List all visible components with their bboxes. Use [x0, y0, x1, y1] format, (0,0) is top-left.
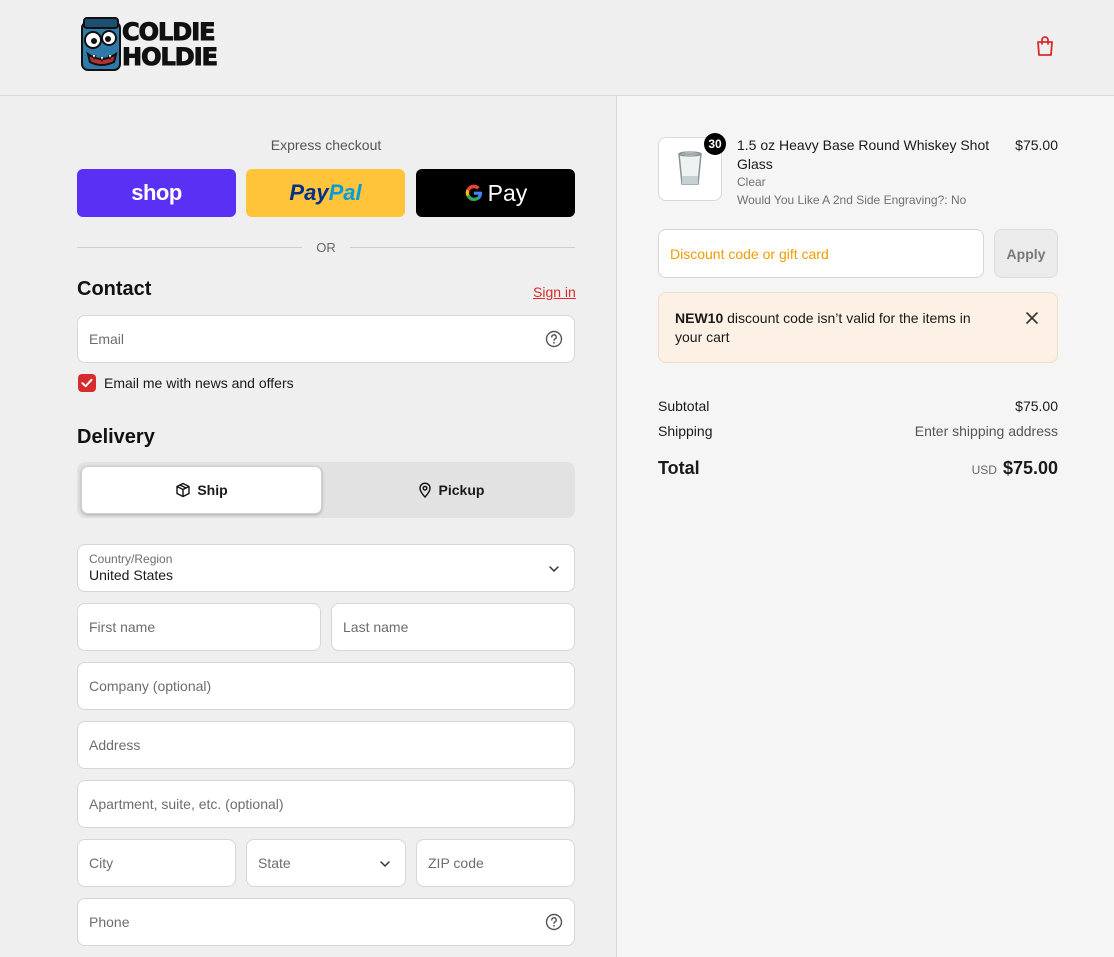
country-select[interactable]: Country/Region United States: [77, 544, 575, 592]
apartment-placeholder: Apartment, suite, etc. (optional): [89, 796, 284, 812]
sign-in-link[interactable]: Sign in: [533, 284, 576, 300]
site-header: COLDIE HOLDIE: [0, 0, 1114, 96]
or-divider: OR: [77, 239, 575, 255]
phone-placeholder: Phone: [89, 914, 130, 930]
paypal-label-part1: Pay: [289, 180, 329, 205]
paypal-button[interactable]: Pay Pal: [246, 169, 405, 217]
address-field[interactable]: Address: [77, 721, 575, 769]
company-field[interactable]: Company (optional): [77, 662, 575, 710]
help-icon[interactable]: [545, 913, 563, 931]
order-summary: 30 1.5 oz Heavy Base Round Whiskey Shot …: [616, 96, 1114, 957]
monster-logo-icon: [81, 17, 121, 71]
chevron-down-icon: [549, 566, 559, 573]
zip-field[interactable]: ZIP code: [416, 839, 575, 887]
box-icon: [176, 482, 191, 498]
shopping-bag-icon[interactable]: [1033, 34, 1057, 58]
product-name: 1.5 oz Heavy Base Round Whiskey Shot Gla…: [737, 137, 990, 172]
currency-code: USD: [971, 463, 997, 477]
discount-code-input[interactable]: Discount code or gift card: [658, 229, 984, 278]
delivery-method-toggle: Ship Pickup: [77, 462, 575, 518]
paypal-label-part2: Pal: [328, 180, 362, 205]
ship-label: Ship: [197, 482, 228, 498]
apply-discount-button[interactable]: Apply: [994, 229, 1058, 278]
country-label: Country/Region: [89, 552, 173, 566]
city-field[interactable]: City: [77, 839, 236, 887]
subtotal-value: $75.00: [1015, 398, 1058, 414]
first-name-placeholder: First name: [89, 619, 156, 635]
pickup-label: Pickup: [438, 482, 485, 498]
city-placeholder: City: [89, 855, 114, 871]
email-placeholder: Email: [89, 331, 125, 347]
zip-placeholder: ZIP code: [428, 855, 484, 871]
google-pay-label: Pay: [487, 179, 528, 206]
logo-wordmark: COLDIE HOLDIE: [121, 18, 218, 71]
total-value: $75.00: [1002, 458, 1058, 478]
total-amount: USD $75.00: [972, 458, 1058, 479]
shop-pay-label: shop: [131, 180, 182, 205]
help-icon[interactable]: [545, 330, 563, 348]
checkmark-icon: [81, 378, 93, 388]
shipping-row: Shipping Enter shipping address: [658, 423, 1058, 439]
product-engraving-option: Would You Like A 2nd Side Engraving?: No: [737, 193, 967, 207]
newsletter-checkbox[interactable]: [78, 374, 96, 392]
total-row: Total USD $75.00: [658, 458, 1058, 479]
discount-error-banner: NEW10 discount code isn’t valid for the …: [658, 292, 1058, 363]
discount-code-name: NEW10: [675, 310, 724, 326]
phone-field[interactable]: Phone: [77, 898, 575, 946]
shop-pay-button[interactable]: shop: [77, 169, 236, 217]
discount-placeholder: Discount code or gift card: [670, 245, 829, 262]
subtotal-row: Subtotal $75.00: [658, 398, 1058, 414]
chevron-down-icon: [380, 861, 390, 868]
state-placeholder: State: [258, 855, 291, 871]
first-name-field[interactable]: First name: [77, 603, 321, 651]
product-variant: Clear: [737, 175, 766, 189]
subtotal-label: Subtotal: [658, 398, 710, 414]
google-g-icon: [465, 184, 482, 202]
shipping-label: Shipping: [658, 423, 713, 439]
brand-logo[interactable]: COLDIE HOLDIE: [80, 16, 219, 76]
location-pin-icon: [418, 482, 431, 498]
last-name-placeholder: Last name: [343, 619, 409, 635]
ship-tab[interactable]: Ship: [81, 466, 322, 514]
delivery-heading: Delivery: [77, 426, 155, 448]
pickup-tab[interactable]: Pickup: [330, 466, 571, 514]
close-icon[interactable]: [1025, 311, 1039, 325]
state-select[interactable]: State: [246, 839, 406, 887]
or-label: OR: [316, 239, 336, 255]
country-value: United States: [89, 567, 174, 583]
express-checkout-title: Express checkout: [270, 137, 382, 153]
google-pay-button[interactable]: Pay: [416, 169, 575, 217]
quantity-badge: 30: [704, 133, 726, 155]
address-placeholder: Address: [89, 737, 141, 753]
total-label: Total: [658, 458, 700, 478]
checkout-form: Express checkout shop Pay Pal Pay OR Cont…: [0, 96, 616, 957]
product-price: $75.00: [1015, 137, 1058, 153]
newsletter-label: Email me with news and offers: [104, 375, 294, 391]
company-placeholder: Company (optional): [89, 678, 212, 694]
email-field[interactable]: Email: [77, 315, 575, 363]
contact-heading: Contact: [77, 278, 152, 300]
apartment-field[interactable]: Apartment, suite, etc. (optional): [77, 780, 575, 828]
last-name-field[interactable]: Last name: [331, 603, 575, 651]
shipping-value: Enter shipping address: [914, 423, 1058, 439]
